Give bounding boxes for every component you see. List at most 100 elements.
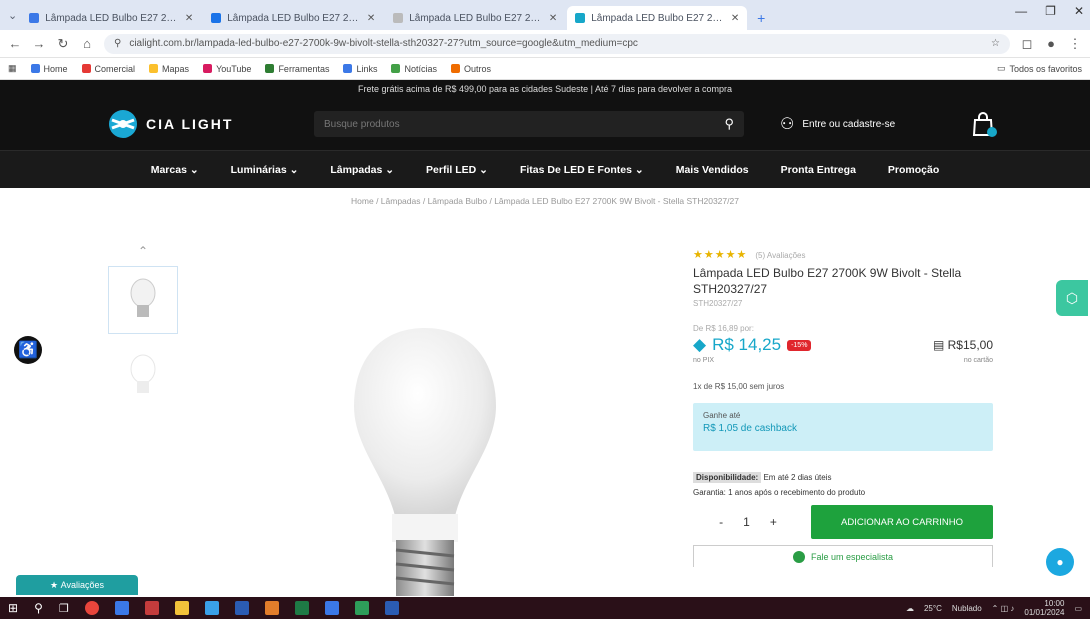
tab-title: Lâmpada LED Bulbo E27 2700K xyxy=(227,12,361,24)
account-link[interactable]: ⚇ Entre ou cadastre-se xyxy=(780,114,895,134)
nav-item-promocao[interactable]: Promoção xyxy=(888,164,939,176)
bookmark-item[interactable]: Comercial xyxy=(81,63,136,74)
chevron-up-icon[interactable]: ⌃ xyxy=(108,244,178,258)
chrome-icon[interactable] xyxy=(84,601,99,615)
forward-icon[interactable]: → xyxy=(32,36,46,51)
tab-title: Lâmpada LED Bulbo E27 2700K xyxy=(409,12,543,24)
chat-button[interactable]: ● xyxy=(1046,548,1074,576)
home-icon[interactable]: ⌂ xyxy=(80,36,94,51)
quantity-stepper: - 1 + xyxy=(693,515,803,529)
whatsapp-button[interactable]: Fale um especialista xyxy=(693,545,993,567)
cart-button[interactable] xyxy=(971,111,998,137)
thumbnail[interactable] xyxy=(108,342,178,410)
other-bookmarks[interactable]: ▭ Todos os favoritos xyxy=(997,63,1082,74)
app-icon[interactable] xyxy=(264,601,279,615)
app-icon[interactable] xyxy=(204,601,219,615)
site-logo[interactable]: CIA LIGHT xyxy=(108,109,278,139)
nav-item-luminarias[interactable]: Luminárias ⌄ xyxy=(231,164,299,176)
file-explorer-icon[interactable] xyxy=(174,601,189,615)
bookmark-item[interactable]: Notícias xyxy=(391,64,437,74)
bulb-icon xyxy=(130,278,156,317)
back-icon[interactable]: ← xyxy=(8,36,22,51)
apps-icon[interactable]: ▦ xyxy=(8,63,17,74)
bookmark-item[interactable]: Links xyxy=(343,64,377,74)
site-info-icon[interactable]: ⚲ xyxy=(114,38,121,49)
add-to-cart-button[interactable]: ADICIONAR AO CARRINHO xyxy=(811,505,993,539)
bookmark-item[interactable]: YouTube xyxy=(203,64,251,74)
tray-icons[interactable]: ⌃ ◫ ♪ xyxy=(992,604,1015,613)
app-icon[interactable] xyxy=(114,601,129,615)
new-tab-button[interactable]: + xyxy=(749,6,773,30)
breadcrumb[interactable]: Home / Lâmpadas / Lâmpada Bulbo / Lâmpad… xyxy=(0,188,1090,214)
bookmark-item[interactable]: Home xyxy=(30,64,68,74)
weather-icon[interactable]: ☁ xyxy=(906,604,914,613)
nav-item-perfil-led[interactable]: Perfil LED ⌄ xyxy=(426,164,488,176)
qty-value[interactable]: 1 xyxy=(743,515,750,529)
close-icon[interactable]: ✕ xyxy=(549,13,557,24)
product-sku: STH20327/27 xyxy=(693,299,743,308)
qty-minus-button[interactable]: - xyxy=(719,515,723,529)
weather-temp: 25°C xyxy=(923,603,942,613)
maximize-icon[interactable]: ❐ xyxy=(1045,4,1056,18)
bookmark-icon xyxy=(451,64,460,73)
close-icon[interactable]: ✕ xyxy=(185,13,193,24)
app-icon[interactable] xyxy=(354,601,369,615)
notifications-icon[interactable]: ▭ xyxy=(1074,604,1082,613)
close-icon[interactable]: ✕ xyxy=(731,13,739,24)
browser-tab-active[interactable]: Lâmpada LED Bulbo E27 2700K ✕ xyxy=(567,6,748,30)
menu-icon[interactable]: ⋮ xyxy=(1068,36,1082,52)
bookmark-icon xyxy=(265,64,275,73)
current-price: ◆ R$ 14,25 -15% xyxy=(693,335,812,355)
reload-icon[interactable]: ↻ xyxy=(56,36,70,52)
search-icon[interactable]: ⚲ xyxy=(34,601,43,615)
browser-tab[interactable]: Lâmpada LED Bulbo E27 2700K ✕ xyxy=(21,6,201,30)
pix-note: no PIX xyxy=(693,357,715,364)
minimize-icon[interactable]: — xyxy=(1015,4,1027,18)
app-icon[interactable] xyxy=(144,601,159,615)
nav-item-fitas[interactable]: Fitas De LED E Fontes ⌄ xyxy=(520,164,644,176)
nav-item-marcas[interactable]: Marcas ⌄ xyxy=(151,164,199,176)
qty-plus-button[interactable]: + xyxy=(770,515,777,529)
task-view-icon[interactable]: ❐ xyxy=(59,602,69,615)
nav-label: Perfil LED xyxy=(426,163,477,176)
bookmark-star-icon[interactable]: ☆ xyxy=(991,38,1000,49)
floating-side-button[interactable]: ⬡ xyxy=(1056,280,1088,316)
profile-icon[interactable]: ● xyxy=(1044,36,1058,51)
close-icon[interactable]: ✕ xyxy=(367,13,375,24)
reviews-tab[interactable]: ★ Avaliações xyxy=(16,575,138,595)
clock[interactable]: 10:00 01/01/2024 xyxy=(1024,599,1064,617)
nav-item-mais-vendidos[interactable]: Mais Vendidos xyxy=(676,164,749,176)
nav-label: Lâmpadas xyxy=(330,163,383,176)
bookmark-label: YouTube xyxy=(216,63,252,74)
accessibility-button[interactable]: ♿ xyxy=(14,336,42,364)
excel-icon[interactable] xyxy=(294,601,309,615)
cashback-value: R$ 1,05 de cashback xyxy=(703,423,797,434)
close-window-icon[interactable]: ✕ xyxy=(1074,4,1084,18)
search-icon[interactable]: ⚲ xyxy=(724,116,734,132)
thumbnail[interactable] xyxy=(108,266,178,334)
windows-start-icon[interactable]: ⊞ xyxy=(8,601,18,615)
app-icon[interactable] xyxy=(324,601,339,615)
chat-icon: ● xyxy=(1056,555,1064,569)
word-icon[interactable] xyxy=(234,601,249,615)
bookmark-item[interactable]: Ferramentas xyxy=(265,64,329,74)
time: 10:00 xyxy=(1044,599,1065,608)
bookmark-label: Outros xyxy=(464,63,492,74)
account-label: Entre ou cadastre-se xyxy=(802,118,896,130)
nav-item-lampadas[interactable]: Lâmpadas ⌄ xyxy=(330,164,394,176)
availability-label: Disponibilidade: xyxy=(693,472,762,483)
bookmark-label: Comercial xyxy=(94,63,136,74)
search-input[interactable]: Busque produtos ⚲ xyxy=(314,111,744,137)
weather-desc: Nublado xyxy=(951,603,982,613)
url-input[interactable]: ⚲ cialight.com.br/lampada-led-bulbo-e27-… xyxy=(104,33,1010,54)
bookmark-item[interactable]: Outros xyxy=(451,64,491,74)
nav-item-pronta-entrega[interactable]: Pronta Entrega xyxy=(781,164,856,176)
browser-tab[interactable]: Lâmpada LED Bulbo E27 2700K ✕ xyxy=(203,6,383,30)
extensions-icon[interactable]: ◻ xyxy=(1020,36,1034,52)
tab-search[interactable]: ⌄ xyxy=(8,0,17,30)
rating[interactable]: ★★★★★ (5) Avaliações xyxy=(693,248,993,261)
app-icon[interactable] xyxy=(384,601,399,615)
browser-tab[interactable]: Lâmpada LED Bulbo E27 2700K ✕ xyxy=(385,6,565,30)
url-text: cialight.com.br/lampada-led-bulbo-e27-27… xyxy=(129,38,638,49)
bookmark-item[interactable]: Mapas xyxy=(149,64,189,74)
